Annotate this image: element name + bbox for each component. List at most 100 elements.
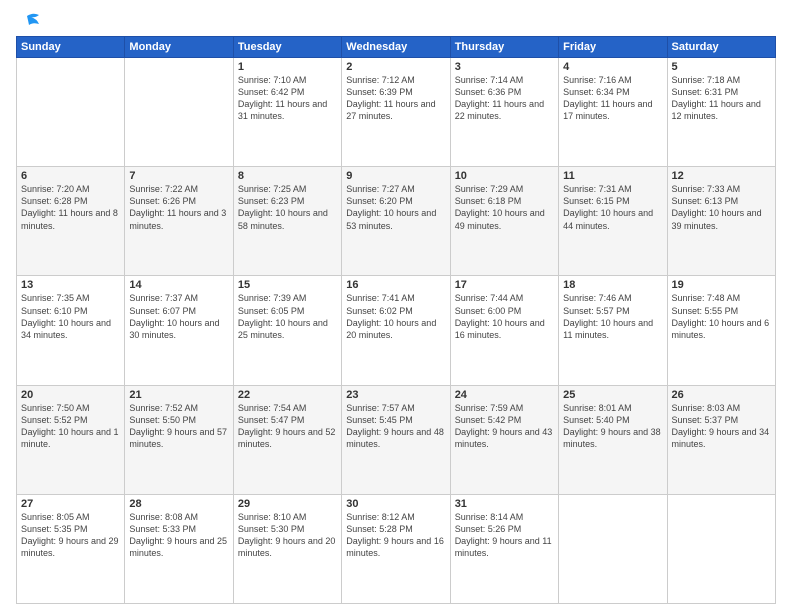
calendar-cell: 25Sunrise: 8:01 AMSunset: 5:40 PMDayligh…: [559, 385, 667, 494]
day-number: 31: [455, 498, 554, 510]
day-info: Sunrise: 7:41 AMSunset: 6:02 PMDaylight:…: [346, 292, 445, 341]
day-info: Sunrise: 7:39 AMSunset: 6:05 PMDaylight:…: [238, 292, 337, 341]
calendar-cell: 12Sunrise: 7:33 AMSunset: 6:13 PMDayligh…: [667, 167, 775, 276]
calendar-cell: [125, 58, 233, 167]
day-number: 5: [672, 61, 771, 73]
day-number: 11: [563, 170, 662, 182]
day-number: 25: [563, 389, 662, 401]
calendar-cell: 20Sunrise: 7:50 AMSunset: 5:52 PMDayligh…: [17, 385, 125, 494]
calendar-cell: 13Sunrise: 7:35 AMSunset: 6:10 PMDayligh…: [17, 276, 125, 385]
logo: [16, 12, 41, 28]
day-info: Sunrise: 7:18 AMSunset: 6:31 PMDaylight:…: [672, 74, 771, 123]
day-number: 22: [238, 389, 337, 401]
day-number: 1: [238, 61, 337, 73]
day-info: Sunrise: 8:05 AMSunset: 5:35 PMDaylight:…: [21, 511, 120, 560]
day-info: Sunrise: 8:14 AMSunset: 5:26 PMDaylight:…: [455, 511, 554, 560]
day-number: 9: [346, 170, 445, 182]
header: [16, 12, 776, 28]
day-info: Sunrise: 7:50 AMSunset: 5:52 PMDaylight:…: [21, 402, 120, 451]
day-info: Sunrise: 7:57 AMSunset: 5:45 PMDaylight:…: [346, 402, 445, 451]
logo-bird-icon: [19, 12, 41, 30]
calendar-cell: 26Sunrise: 8:03 AMSunset: 5:37 PMDayligh…: [667, 385, 775, 494]
calendar-cell: 2Sunrise: 7:12 AMSunset: 6:39 PMDaylight…: [342, 58, 450, 167]
week-row-3: 13Sunrise: 7:35 AMSunset: 6:10 PMDayligh…: [17, 276, 776, 385]
day-number: 2: [346, 61, 445, 73]
day-info: Sunrise: 7:27 AMSunset: 6:20 PMDaylight:…: [346, 183, 445, 232]
day-number: 6: [21, 170, 120, 182]
calendar-cell: 31Sunrise: 8:14 AMSunset: 5:26 PMDayligh…: [450, 494, 558, 603]
day-info: Sunrise: 7:44 AMSunset: 6:00 PMDaylight:…: [455, 292, 554, 341]
day-info: Sunrise: 7:48 AMSunset: 5:55 PMDaylight:…: [672, 292, 771, 341]
calendar-cell: 15Sunrise: 7:39 AMSunset: 6:05 PMDayligh…: [233, 276, 341, 385]
calendar-cell: [667, 494, 775, 603]
day-info: Sunrise: 7:20 AMSunset: 6:28 PMDaylight:…: [21, 183, 120, 232]
week-row-4: 20Sunrise: 7:50 AMSunset: 5:52 PMDayligh…: [17, 385, 776, 494]
calendar-cell: 29Sunrise: 8:10 AMSunset: 5:30 PMDayligh…: [233, 494, 341, 603]
day-number: 21: [129, 389, 228, 401]
day-info: Sunrise: 8:03 AMSunset: 5:37 PMDaylight:…: [672, 402, 771, 451]
calendar-cell: 8Sunrise: 7:25 AMSunset: 6:23 PMDaylight…: [233, 167, 341, 276]
calendar-cell: 10Sunrise: 7:29 AMSunset: 6:18 PMDayligh…: [450, 167, 558, 276]
day-number: 19: [672, 279, 771, 291]
weekday-header-wednesday: Wednesday: [342, 37, 450, 58]
week-row-1: 1Sunrise: 7:10 AMSunset: 6:42 PMDaylight…: [17, 58, 776, 167]
day-number: 27: [21, 498, 120, 510]
day-number: 23: [346, 389, 445, 401]
calendar-cell: 30Sunrise: 8:12 AMSunset: 5:28 PMDayligh…: [342, 494, 450, 603]
calendar-cell: 1Sunrise: 7:10 AMSunset: 6:42 PMDaylight…: [233, 58, 341, 167]
day-number: 18: [563, 279, 662, 291]
day-info: Sunrise: 7:59 AMSunset: 5:42 PMDaylight:…: [455, 402, 554, 451]
day-info: Sunrise: 8:01 AMSunset: 5:40 PMDaylight:…: [563, 402, 662, 451]
day-info: Sunrise: 7:14 AMSunset: 6:36 PMDaylight:…: [455, 74, 554, 123]
day-info: Sunrise: 8:12 AMSunset: 5:28 PMDaylight:…: [346, 511, 445, 560]
week-row-2: 6Sunrise: 7:20 AMSunset: 6:28 PMDaylight…: [17, 167, 776, 276]
calendar-cell: 18Sunrise: 7:46 AMSunset: 5:57 PMDayligh…: [559, 276, 667, 385]
calendar-cell: 21Sunrise: 7:52 AMSunset: 5:50 PMDayligh…: [125, 385, 233, 494]
day-number: 17: [455, 279, 554, 291]
weekday-header-sunday: Sunday: [17, 37, 125, 58]
calendar-cell: 3Sunrise: 7:14 AMSunset: 6:36 PMDaylight…: [450, 58, 558, 167]
day-number: 16: [346, 279, 445, 291]
day-number: 8: [238, 170, 337, 182]
day-number: 13: [21, 279, 120, 291]
calendar-cell: 27Sunrise: 8:05 AMSunset: 5:35 PMDayligh…: [17, 494, 125, 603]
weekday-header-friday: Friday: [559, 37, 667, 58]
day-info: Sunrise: 7:54 AMSunset: 5:47 PMDaylight:…: [238, 402, 337, 451]
day-number: 24: [455, 389, 554, 401]
day-number: 26: [672, 389, 771, 401]
weekday-header-row: SundayMondayTuesdayWednesdayThursdayFrid…: [17, 37, 776, 58]
calendar-cell: 14Sunrise: 7:37 AMSunset: 6:07 PMDayligh…: [125, 276, 233, 385]
calendar-cell: 17Sunrise: 7:44 AMSunset: 6:00 PMDayligh…: [450, 276, 558, 385]
calendar-cell: 11Sunrise: 7:31 AMSunset: 6:15 PMDayligh…: [559, 167, 667, 276]
day-number: 30: [346, 498, 445, 510]
weekday-header-monday: Monday: [125, 37, 233, 58]
calendar-cell: [559, 494, 667, 603]
day-number: 7: [129, 170, 228, 182]
day-number: 3: [455, 61, 554, 73]
day-info: Sunrise: 7:35 AMSunset: 6:10 PMDaylight:…: [21, 292, 120, 341]
page-container: SundayMondayTuesdayWednesdayThursdayFrid…: [0, 0, 792, 612]
day-info: Sunrise: 7:12 AMSunset: 6:39 PMDaylight:…: [346, 74, 445, 123]
day-number: 28: [129, 498, 228, 510]
day-info: Sunrise: 8:10 AMSunset: 5:30 PMDaylight:…: [238, 511, 337, 560]
day-info: Sunrise: 7:46 AMSunset: 5:57 PMDaylight:…: [563, 292, 662, 341]
calendar-cell: 24Sunrise: 7:59 AMSunset: 5:42 PMDayligh…: [450, 385, 558, 494]
calendar-cell: 16Sunrise: 7:41 AMSunset: 6:02 PMDayligh…: [342, 276, 450, 385]
calendar-cell: 4Sunrise: 7:16 AMSunset: 6:34 PMDaylight…: [559, 58, 667, 167]
day-info: Sunrise: 7:31 AMSunset: 6:15 PMDaylight:…: [563, 183, 662, 232]
day-number: 12: [672, 170, 771, 182]
weekday-header-tuesday: Tuesday: [233, 37, 341, 58]
weekday-header-thursday: Thursday: [450, 37, 558, 58]
day-number: 10: [455, 170, 554, 182]
calendar-cell: 9Sunrise: 7:27 AMSunset: 6:20 PMDaylight…: [342, 167, 450, 276]
weekday-header-saturday: Saturday: [667, 37, 775, 58]
day-info: Sunrise: 7:16 AMSunset: 6:34 PMDaylight:…: [563, 74, 662, 123]
calendar-cell: 22Sunrise: 7:54 AMSunset: 5:47 PMDayligh…: [233, 385, 341, 494]
day-info: Sunrise: 7:10 AMSunset: 6:42 PMDaylight:…: [238, 74, 337, 123]
day-info: Sunrise: 7:22 AMSunset: 6:26 PMDaylight:…: [129, 183, 228, 232]
week-row-5: 27Sunrise: 8:05 AMSunset: 5:35 PMDayligh…: [17, 494, 776, 603]
day-info: Sunrise: 8:08 AMSunset: 5:33 PMDaylight:…: [129, 511, 228, 560]
calendar: SundayMondayTuesdayWednesdayThursdayFrid…: [16, 36, 776, 604]
calendar-cell: 6Sunrise: 7:20 AMSunset: 6:28 PMDaylight…: [17, 167, 125, 276]
calendar-cell: 5Sunrise: 7:18 AMSunset: 6:31 PMDaylight…: [667, 58, 775, 167]
